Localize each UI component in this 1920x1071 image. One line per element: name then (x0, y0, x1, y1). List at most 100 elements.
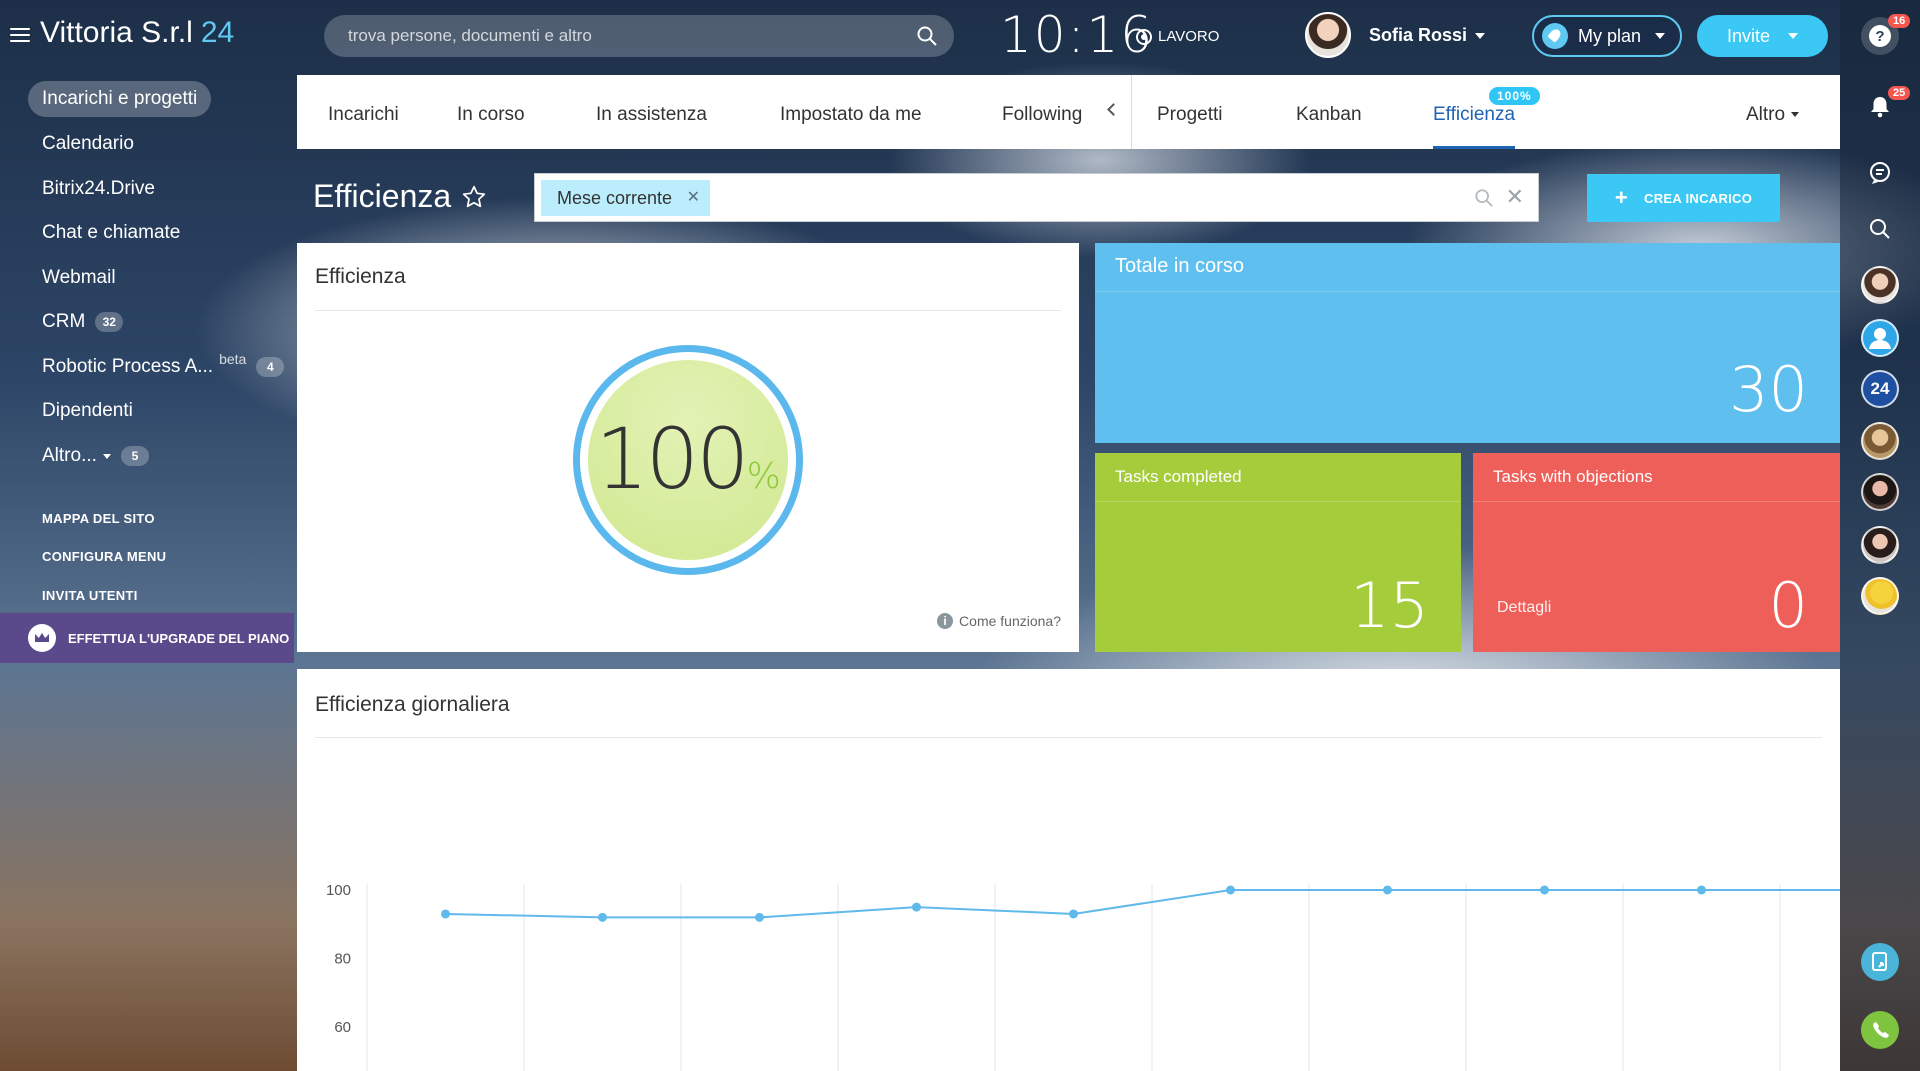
info-icon: i (937, 613, 954, 629)
how-it-works-link[interactable]: i Come funziona? (937, 613, 1061, 629)
search-icon[interactable] (1474, 188, 1494, 208)
contact-avatar[interactable] (1861, 319, 1899, 357)
total-in-progress-tile[interactable]: Totale in corso 30 (1095, 243, 1840, 443)
filter-chip-label: Mese corrente (557, 188, 673, 208)
filter-bar[interactable]: Mese corrente ✕ ✕ (534, 173, 1539, 222)
data-point (1226, 885, 1235, 895)
brand-name: Vittoria S.r.l (40, 16, 193, 49)
data-point (441, 909, 450, 919)
efficiency-card-title: Efficienza (315, 265, 406, 288)
tile-value: 15 (1350, 569, 1429, 642)
star-icon[interactable] (461, 184, 487, 210)
sidebar-item-calendar[interactable]: Calendario (28, 126, 148, 162)
sidebar-item-chat[interactable]: Chat e chiamate (28, 215, 194, 251)
sitemap-link[interactable]: MAPPA DEL SITO (42, 511, 155, 526)
user-avatar (1305, 12, 1351, 58)
user-name: Sofia Rossi (1369, 24, 1468, 45)
search-icon[interactable] (916, 25, 938, 47)
clear-filter-icon[interactable]: ✕ (1506, 184, 1524, 210)
page-title: Efficienza (313, 178, 487, 215)
tab-following[interactable]: Following (1002, 75, 1082, 149)
remove-filter-icon[interactable]: ✕ (687, 180, 700, 216)
sidebar-item-employees[interactable]: Dipendenti (28, 393, 147, 429)
filter-chip[interactable]: Mese corrente ✕ (541, 180, 711, 216)
divider (1473, 501, 1840, 502)
efficiency-value-unit: % (746, 456, 781, 497)
help-badge: 16 (1888, 14, 1911, 28)
sidebar-item-label: CRM (42, 311, 86, 332)
menu-toggle-icon[interactable] (10, 28, 30, 42)
tab-more[interactable]: Altro (1746, 75, 1800, 149)
counter-badge: 4 (256, 357, 285, 377)
tile-title: Totale in corso (1115, 255, 1244, 277)
chat-icon (1870, 162, 1890, 184)
invite-button[interactable]: Invite (1697, 15, 1828, 57)
tab-kanban[interactable]: Kanban (1296, 75, 1362, 149)
tasks-objections-tile[interactable]: Tasks with objections Dettagli 0 (1473, 453, 1840, 652)
counter-badge: 32 (95, 312, 124, 332)
divider (315, 310, 1061, 311)
data-point (598, 912, 607, 922)
chevron-down-icon[interactable] (1788, 33, 1799, 39)
telephony-button[interactable] (1861, 1011, 1899, 1049)
tile-value: 0 (1768, 569, 1808, 642)
user-menu[interactable]: Sofia Rossi (1305, 12, 1486, 58)
tasks-completed-tile[interactable]: Tasks completed 15 (1095, 453, 1461, 652)
work-status-label: LAVORO (1158, 28, 1220, 45)
contact-avatar[interactable] (1861, 526, 1899, 564)
messages-button[interactable] (1861, 154, 1899, 192)
bitrix-avatar[interactable]: 24 (1861, 370, 1899, 408)
tab-in-progress[interactable]: In corso (457, 75, 525, 149)
global-search-input[interactable] (348, 15, 908, 57)
data-point (1069, 909, 1078, 919)
efficiency-gauge: 100% (573, 345, 803, 575)
sidebar-item-crm[interactable]: CRM 32 (28, 304, 137, 340)
invite-label: Invite (1726, 25, 1771, 46)
chevron-left-icon[interactable] (1107, 103, 1120, 116)
brand-logo[interactable]: Vittoria S.r.l 24 (40, 16, 234, 50)
y-tick-label: 80 (334, 950, 351, 967)
sidebar-item-label: Incarichi e progetti (42, 88, 198, 109)
my-plan-button[interactable]: My plan (1532, 15, 1682, 57)
sidebar-item-label: Bitrix24.Drive (42, 178, 155, 199)
upgrade-plan-button[interactable]: EFFETTUA L'UPGRADE DEL PIANO (0, 613, 294, 663)
create-task-button[interactable]: + CREA INCARICO (1587, 174, 1780, 222)
contact-avatar[interactable] (1861, 266, 1899, 304)
efficiency-value: 100% (580, 410, 796, 508)
tab-set-by-me[interactable]: Impostato da me (780, 75, 922, 149)
sidebar-item-tasks[interactable]: Incarichi e progetti (28, 81, 212, 117)
beta-tag: beta (219, 351, 247, 367)
series-line (445, 889, 1840, 919)
tab-more-label: Altro (1746, 104, 1786, 125)
configure-menu-link[interactable]: CONFIGURA MENU (42, 549, 166, 564)
divider (1095, 501, 1461, 502)
tab-tasks[interactable]: Incarichi (328, 75, 399, 149)
details-link[interactable]: Dettagli (1497, 599, 1551, 617)
tab-assisting[interactable]: In assistenza (596, 75, 707, 149)
contact-avatar[interactable] (1861, 422, 1899, 460)
search-icon (1870, 219, 1890, 239)
record-icon (1136, 28, 1152, 45)
tab-projects[interactable]: Progetti (1157, 75, 1222, 149)
data-point (1383, 885, 1392, 895)
contact-avatar[interactable] (1861, 577, 1899, 615)
sidebar-item-rpa[interactable]: Robotic Process A... beta 4 (28, 349, 298, 385)
contact-avatar[interactable] (1861, 473, 1899, 511)
sidebar-item-more[interactable]: Altro... 5 (28, 438, 163, 474)
y-tick-label: 60 (334, 1019, 351, 1036)
my-plan-label: My plan (1578, 25, 1642, 46)
rail-search-button[interactable] (1861, 210, 1899, 248)
divider (1095, 291, 1840, 292)
sidebar-item-label: Webmail (42, 267, 116, 288)
svg-text:?: ? (1875, 28, 1884, 45)
invite-users-link[interactable]: INVITA UTENTI (42, 588, 138, 603)
tile-value: 30 (1729, 353, 1808, 426)
phone-icon (1873, 1022, 1889, 1038)
sidebar-item-drive[interactable]: Bitrix24.Drive (28, 171, 169, 207)
y-tick-label: 100 (326, 882, 351, 899)
work-status[interactable]: LAVORO (1136, 28, 1219, 45)
upgrade-label: EFFETTUA L'UPGRADE DEL PIANO (68, 630, 290, 646)
documents-button[interactable] (1861, 943, 1899, 981)
clock[interactable]: 10:16 (1000, 6, 1154, 64)
sidebar-item-webmail[interactable]: Webmail (28, 260, 130, 296)
